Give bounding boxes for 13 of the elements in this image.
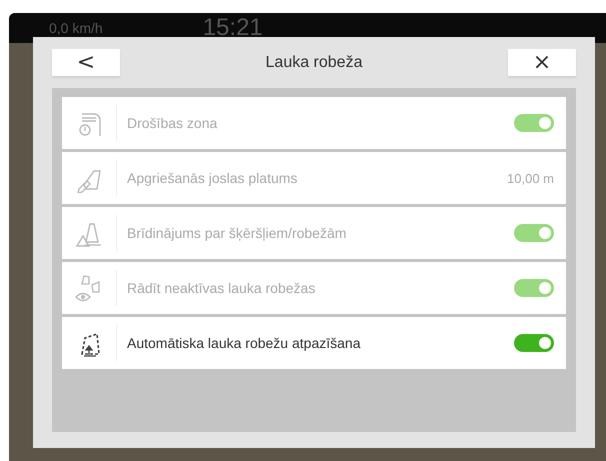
setting-label: Rādīt neaktīvas lauka robežas — [127, 280, 316, 296]
setting-label: Brīdinājums par šķēršļiem/robežām — [127, 225, 348, 241]
setting-row[interactable]: Automātiska lauka robežu atpazīšana — [62, 317, 566, 369]
speed-reading: 0,0 km/h — [49, 20, 103, 36]
setting-label: Automātiska lauka robežu atpazīšana — [127, 335, 362, 351]
toggle-switch[interactable] — [514, 334, 554, 352]
dialog-title: Lauka robeža — [266, 54, 362, 72]
clock-time: 15:21 — [202, 14, 263, 42]
back-button[interactable]: < — [52, 49, 120, 76]
setting-label: Drošības zona — [127, 115, 218, 131]
close-button[interactable]: × — [508, 49, 576, 76]
setting-value: 10,00 m — [507, 170, 554, 186]
setting-label: Apgriešanās joslas platums — [127, 170, 298, 186]
